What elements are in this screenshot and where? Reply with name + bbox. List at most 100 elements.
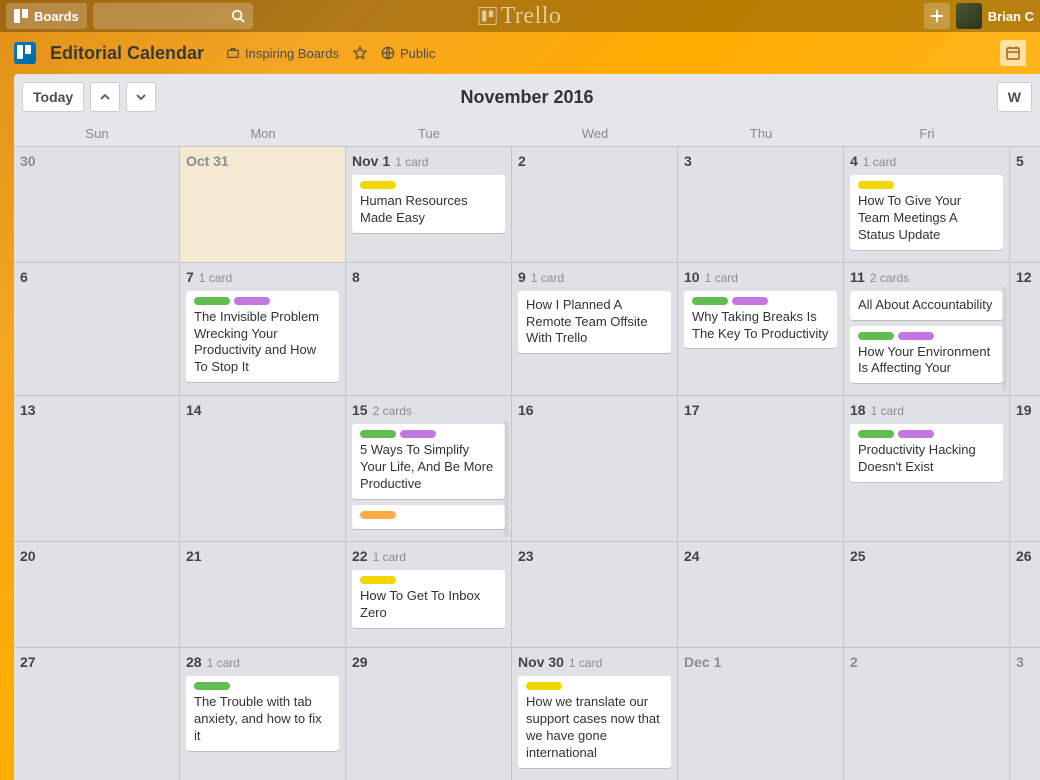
day-cell[interactable]: 8: [346, 263, 512, 396]
board-title[interactable]: Editorial Calendar: [50, 43, 204, 64]
app-logo-text: Trello: [501, 3, 562, 30]
user-name[interactable]: Brian C: [988, 9, 1034, 24]
calendar-card[interactable]: 5 Ways To Simplify Your Life, And Be Mor…: [352, 424, 505, 499]
calendar-week: 20 21 22 1 card How To Get To Inbox Zero23 24…: [14, 541, 1040, 647]
day-cell[interactable]: 17: [678, 396, 844, 541]
date-number: Nov 30: [518, 654, 564, 670]
boards-icon: [14, 9, 28, 23]
day-cell[interactable]: 281 cardThe Trouble with tab anxiety, an…: [180, 648, 346, 780]
day-cell[interactable]: 21: [180, 542, 346, 647]
day-cell[interactable]: Dec 1: [678, 648, 844, 780]
card-label: [194, 682, 230, 690]
day-cell[interactable]: 23: [512, 542, 678, 647]
globe-icon: [381, 46, 395, 60]
view-toggle-button[interactable]: W: [997, 82, 1032, 112]
day-header: Mon: [180, 120, 346, 146]
card-label: [858, 332, 894, 340]
day-cell[interactable]: 2: [512, 147, 678, 262]
day-cell[interactable]: 22 1 card How To Get To Inbox Zero: [346, 542, 512, 647]
app-logo[interactable]: Trello: [479, 3, 562, 30]
date-number: 24: [684, 548, 700, 564]
card-title: The Invisible Problem Wrecking Your Prod…: [194, 309, 331, 377]
day-cell[interactable]: 3: [1010, 648, 1040, 780]
day-cell[interactable]: 41 cardHow To Give Your Team Meetings A …: [844, 147, 1010, 262]
day-cell[interactable]: 25: [844, 542, 1010, 647]
day-cell[interactable]: 2: [844, 648, 1010, 780]
day-header: Tue: [346, 120, 512, 146]
scroll-indicator: [504, 420, 509, 537]
card-count: 1 card: [207, 656, 240, 670]
day-cell[interactable]: 101 cardWhy Taking Breaks Is The Key To …: [678, 263, 844, 396]
day-cell[interactable]: 152 cards5 Ways To Simplify Your Life, A…: [346, 396, 512, 541]
day-cell[interactable]: 16: [512, 396, 678, 541]
inspiring-boards-link[interactable]: Inspiring Boards: [226, 46, 339, 61]
card-label: [400, 430, 436, 438]
day-cell[interactable]: 12: [1010, 263, 1040, 396]
calendar-card[interactable]: How Your Environment Is Affecting Your: [850, 326, 1003, 384]
day-cell[interactable]: 30: [14, 147, 180, 262]
date-number: 21: [186, 548, 202, 564]
day-cell[interactable]: Nov 11 cardHuman Resources Made Easy: [346, 147, 512, 262]
app-header: Boards Trello Brian C: [0, 0, 1040, 32]
day-cell[interactable]: Oct 31: [180, 147, 346, 262]
date-number: 13: [20, 402, 36, 418]
prev-button[interactable]: [90, 82, 120, 112]
card-count: 1 card: [199, 271, 232, 285]
card-count: 1 card: [373, 550, 406, 564]
card-label: [360, 430, 396, 438]
calendar-card[interactable]: [352, 505, 505, 529]
day-cell[interactable]: 5: [1010, 147, 1040, 262]
today-button[interactable]: Today: [22, 82, 84, 112]
search-input[interactable]: [93, 3, 253, 29]
day-cell[interactable]: 71 cardThe Invisible Problem Wrecking Yo…: [180, 263, 346, 396]
calendar-card[interactable]: Productivity Hacking Doesn't Exist: [850, 424, 1003, 482]
date-number: 17: [684, 402, 700, 418]
card-title: How Your Environment Is Affecting Your: [858, 344, 995, 378]
date-number: 5: [1016, 153, 1024, 169]
avatar[interactable]: [956, 3, 982, 29]
card-label: [898, 332, 934, 340]
date-number: 2: [518, 153, 526, 169]
day-cell[interactable]: 181 cardProductivity Hacking Doesn't Exi…: [844, 396, 1010, 541]
day-cell[interactable]: 27: [14, 648, 180, 780]
calendar-card[interactable]: The Invisible Problem Wrecking Your Prod…: [186, 291, 339, 383]
boards-button[interactable]: Boards: [6, 3, 87, 29]
calendar-card[interactable]: Why Taking Breaks Is The Key To Producti…: [684, 291, 837, 349]
calendar-card[interactable]: How we translate our support cases now t…: [518, 676, 671, 768]
day-cell[interactable]: 24: [678, 542, 844, 647]
day-cell[interactable]: 19: [1010, 396, 1040, 541]
card-label: [360, 181, 396, 189]
day-cell[interactable]: 14: [180, 396, 346, 541]
visibility-button[interactable]: Public: [381, 46, 435, 61]
calendar-card[interactable]: All About Accountability: [850, 291, 1003, 320]
star-button[interactable]: [353, 46, 367, 60]
card-label: [360, 576, 396, 584]
card-label: [858, 181, 894, 189]
calendar-card[interactable]: The Trouble with tab anxiety, and how to…: [186, 676, 339, 751]
day-cell[interactable]: 112 cardsAll About AccountabilityHow You…: [844, 263, 1010, 396]
card-count: 2 cards: [373, 404, 412, 418]
day-cell[interactable]: 26: [1010, 542, 1040, 647]
day-cell[interactable]: 29: [346, 648, 512, 780]
calendar-card[interactable]: How To Get To Inbox Zero: [352, 570, 505, 628]
date-number: Nov 1: [352, 153, 390, 169]
card-count: 1 card: [871, 404, 904, 418]
day-cell[interactable]: 20: [14, 542, 180, 647]
day-cell[interactable]: 13: [14, 396, 180, 541]
day-cell[interactable]: 91 cardHow I Planned A Remote Team Offsi…: [512, 263, 678, 396]
date-number: 22: [352, 548, 368, 564]
date-number: 29: [352, 654, 368, 670]
calendar-card[interactable]: How I Planned A Remote Team Offsite With…: [518, 291, 671, 354]
calendar-card[interactable]: Human Resources Made Easy: [352, 175, 505, 233]
day-cell[interactable]: Nov 301 cardHow we translate our support…: [512, 648, 678, 780]
card-label: [234, 297, 270, 305]
day-cell[interactable]: 3: [678, 147, 844, 262]
day-headers-row: SunMonTueWedThuFriSat: [14, 120, 1040, 146]
calendar-card[interactable]: How To Give Your Team Meetings A Status …: [850, 175, 1003, 250]
add-button[interactable]: [924, 3, 950, 29]
calendar-icon-button[interactable]: [1000, 40, 1026, 66]
trello-logo-icon: [479, 7, 497, 25]
day-cell[interactable]: 6: [14, 263, 180, 396]
card-label: [194, 297, 230, 305]
next-button[interactable]: [126, 82, 156, 112]
